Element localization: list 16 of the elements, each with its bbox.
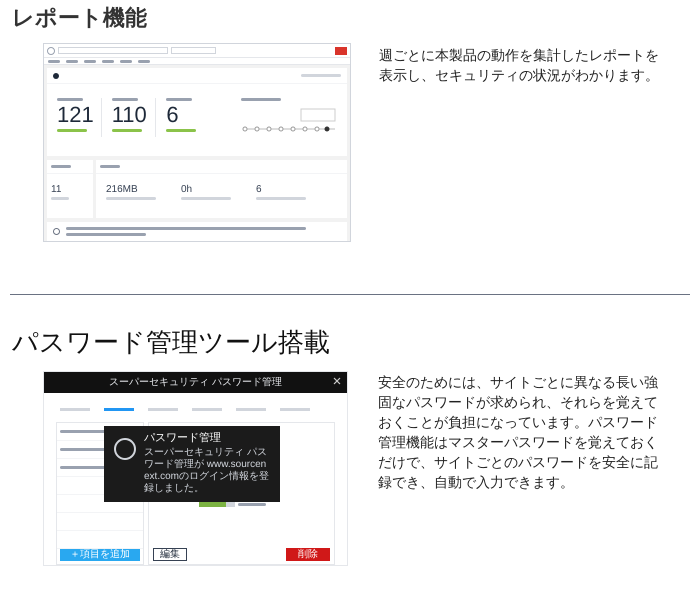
- stat-value: 6: [166, 103, 180, 128]
- stat-value: 121: [57, 103, 95, 128]
- section-description: 安全のためには、サイトごとに異なる長い強固なパスワードが求められ、それらを覚えておくことが負担になっています。パスワード管理機能はマスターパスワードを覚えておくだけで、サイトごとのパスワードを安全に記録でき、自動で入力できます。: [378, 373, 659, 492]
- stat-value: 11: [51, 184, 62, 196]
- section-description: 週ごとに本製品の動作を集計したレポートを表示し、セキュリティの状況がわかります。: [379, 46, 660, 85]
- delete-button[interactable]: 削除: [286, 548, 330, 561]
- stat-value: 216MB: [106, 184, 139, 196]
- stat-value: 110: [112, 103, 148, 128]
- window-title: スーパーセキュリティ パスワード管理: [109, 376, 282, 390]
- stat-value: 0h: [181, 184, 194, 196]
- dialog-message: スーパーセキュリティ パスワード管理が www.sourcenext.comのログイン情報を登録しました。: [144, 447, 270, 495]
- section-heading: レポート機能: [12, 4, 148, 32]
- stat-value: 6: [256, 184, 263, 196]
- dialog-title: パスワード管理: [144, 432, 222, 445]
- edit-button[interactable]: 編集: [153, 548, 187, 561]
- section-heading: パスワード管理ツール搭載: [12, 327, 331, 357]
